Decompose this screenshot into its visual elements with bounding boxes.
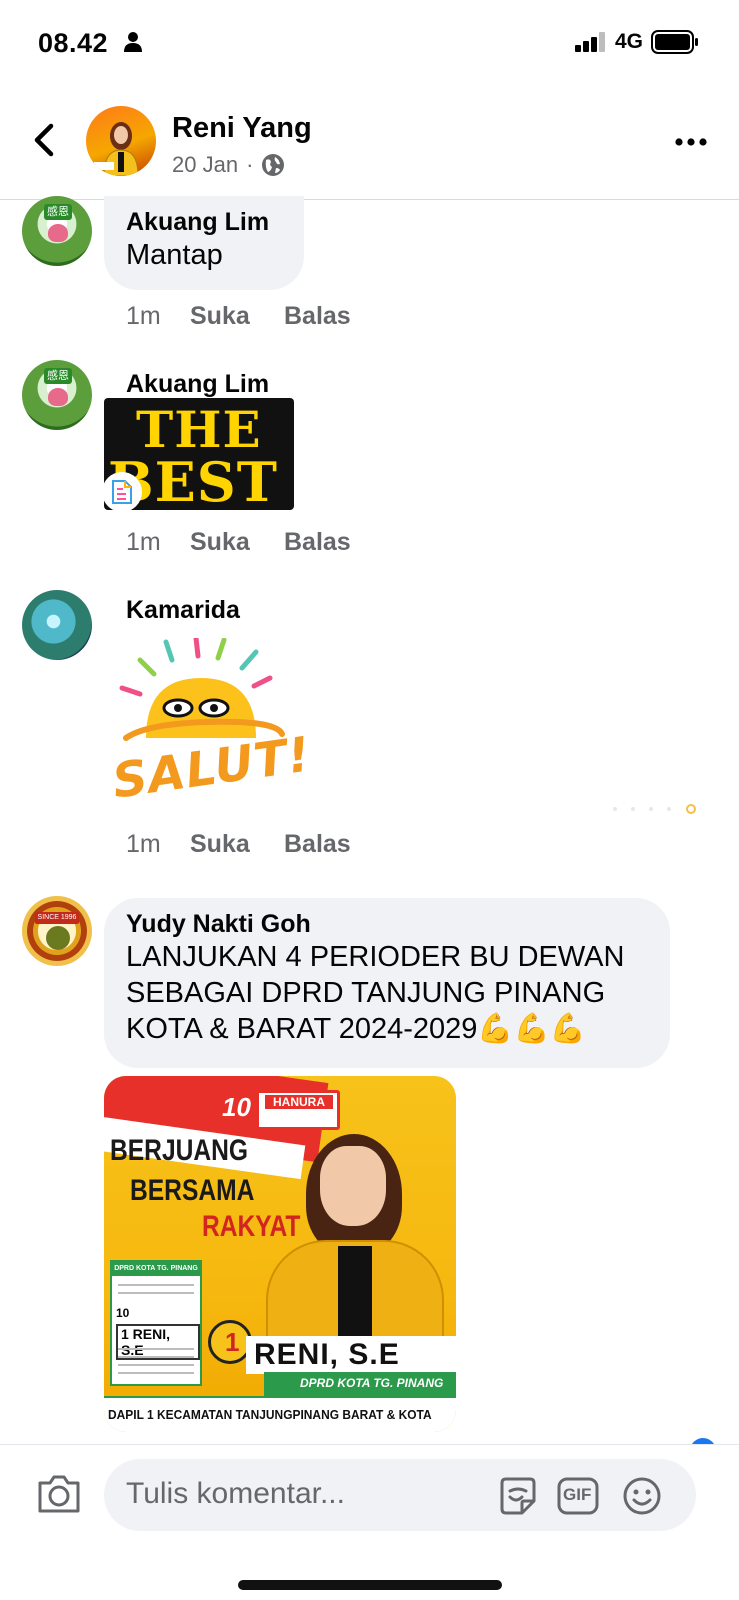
ballot-number: 10 (116, 1306, 130, 1320)
ballot-card: DPRD KOTA TG. PINANG 10 1 RENI, S.E (110, 1260, 202, 1386)
post-meta: 20 Jan · (172, 152, 285, 178)
ballot-candidate: 1 RENI, S.E (116, 1324, 200, 1360)
poster-slogan: BERSAMA (130, 1174, 255, 1207)
comment-author[interactable]: Kamarida (126, 596, 240, 625)
party-name: HANURA (265, 1095, 333, 1109)
comment-author[interactable]: Akuang Lim (126, 370, 269, 399)
chevron-left-icon (34, 123, 54, 157)
comment-text-line: KOTA & BARAT 2024-2029💪💪💪 (126, 1013, 586, 1045)
comment-actions: 1m Suka Balas (126, 830, 351, 859)
sticker-salut[interactable]: SALUT! (106, 635, 314, 828)
network-label: 4G (614, 30, 643, 53)
reply-button[interactable]: Balas (284, 528, 351, 557)
coblos-number: 1 (225, 1327, 240, 1357)
like-button[interactable]: Suka (190, 830, 284, 859)
gif-button[interactable]: GIF (556, 1475, 602, 1517)
avatar-portrait-icon (94, 122, 139, 176)
comment-author[interactable]: Yudy Nakti Goh (126, 910, 648, 939)
globe-icon (262, 154, 285, 176)
durian-icon (46, 926, 70, 950)
comment-composer: Tulis komentar... GIF (0, 1444, 739, 1600)
status-time: 08.42 (38, 28, 109, 58)
ballot-line (118, 1356, 194, 1358)
author-name[interactable]: Reni Yang (172, 112, 312, 145)
meta-separator: · (246, 152, 254, 177)
post-header: Reni Yang 20 Jan · (0, 90, 739, 200)
poster-slogan: BERJUANG (110, 1134, 249, 1167)
sticker-badge-icon (102, 472, 142, 512)
party-logo: HANURA (256, 1090, 340, 1130)
ballot-header: DPRD KOTA TG. PINANG (112, 1262, 200, 1276)
ballot-line (118, 1284, 194, 1286)
gif-label: GIF (563, 1485, 592, 1504)
commenter-avatar[interactable] (22, 590, 92, 660)
comment-text-line: SEBAGAI DPRD TANJUNG PINANG (126, 977, 606, 1009)
comment-input[interactable]: Tulis komentar... GIF (104, 1459, 696, 1531)
district-band: DAPIL 1 KECAMATAN TANJUNGPINANG BARAT & … (104, 1396, 456, 1432)
comment-time: 1m (126, 528, 161, 556)
comment-bubble[interactable]: Akuang Lim Mantap (104, 196, 304, 290)
more-options-button[interactable] (671, 130, 711, 154)
like-button[interactable]: Suka (190, 528, 284, 557)
avatar-tag: 感恩 (44, 368, 72, 384)
office-label: DPRD KOTA TG. PINANG (300, 1376, 444, 1390)
author-avatar[interactable] (86, 106, 156, 176)
comment-actions: 1m Suka Balas (126, 528, 351, 557)
candidate-name: RENI, S.E (254, 1338, 400, 1371)
camera-icon (38, 1475, 80, 1513)
more-dots-icon (675, 138, 707, 146)
loading-indicator-icon (613, 804, 696, 814)
like-button[interactable]: Suka (190, 302, 284, 331)
avatar-tag: 感恩 (44, 204, 72, 220)
candidate-name-band: RENI, S.E (246, 1336, 456, 1374)
signal-icon (574, 32, 605, 52)
ballot-line (118, 1364, 194, 1366)
comment-input-placeholder: Tulis komentar... (126, 1477, 345, 1510)
camera-button[interactable] (36, 1473, 82, 1515)
comment-text: Mantap (126, 239, 223, 271)
commenter-avatar[interactable]: 感恩 (22, 196, 92, 266)
avatar-tag: SINCE 1996 (35, 912, 79, 924)
comment-image-poster[interactable]: 10 HANURA BERJUANG BERSAMA RAKYAT DPRD K… (104, 1076, 456, 1432)
comment-time: 1m (126, 830, 161, 858)
status-indicators: 4G (574, 30, 699, 54)
ballot-line (118, 1372, 194, 1374)
poster-number: 10 (222, 1092, 251, 1122)
commenter-avatar[interactable]: SINCE 1996 (22, 896, 92, 966)
lotus-icon (48, 388, 68, 406)
comment-author[interactable]: Akuang Lim (126, 208, 282, 237)
reply-button[interactable]: Balas (284, 830, 351, 859)
sticker-icon[interactable] (496, 1475, 540, 1517)
emoji-icon[interactable] (620, 1475, 664, 1517)
home-indicator[interactable] (238, 1580, 502, 1590)
lotus-icon (48, 224, 68, 242)
comment-actions: 1m Suka Balas (126, 302, 351, 331)
district-label: DAPIL 1 KECAMATAN TANJUNGPINANG BARAT & … (108, 1407, 432, 1422)
ballot-line (118, 1292, 194, 1294)
office-band: DPRD KOTA TG. PINANG (264, 1372, 456, 1396)
ballot-line (118, 1348, 194, 1350)
battery-icon (651, 30, 698, 54)
back-button[interactable] (26, 120, 62, 160)
person-icon (124, 32, 142, 52)
comment-time: 1m (126, 302, 161, 330)
comment-bubble[interactable]: Yudy Nakti Goh LANJUKAN 4 PERIODER BU DE… (104, 898, 670, 1068)
status-bar: 08.42 4G (0, 0, 739, 90)
comment-text-line: LANJUKAN 4 PERIODER BU DEWAN (126, 941, 625, 973)
reply-button[interactable]: Balas (284, 302, 351, 331)
commenter-avatar[interactable]: 感恩 (22, 360, 92, 430)
candidate-face (320, 1146, 386, 1226)
post-date: 20 Jan (172, 152, 239, 177)
